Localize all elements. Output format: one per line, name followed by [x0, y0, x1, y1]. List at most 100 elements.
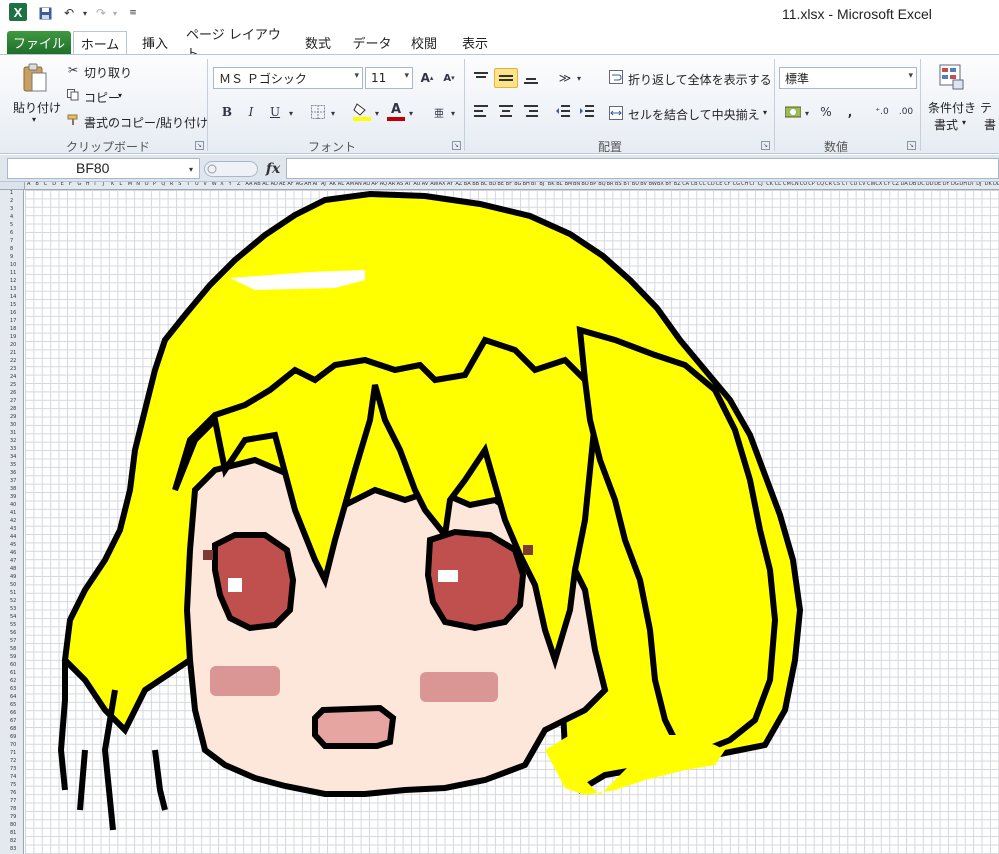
- underline-dropdown-icon[interactable]: ▾: [286, 105, 296, 121]
- row-header[interactable]: 60: [10, 662, 16, 668]
- column-header[interactable]: CV: [859, 182, 866, 187]
- decrease-indent-icon[interactable]: [552, 101, 574, 121]
- row-header[interactable]: 15: [10, 302, 16, 308]
- column-header[interactable]: CT: [842, 182, 849, 187]
- tab-insert[interactable]: 挿入: [133, 31, 177, 54]
- column-header[interactable]: CC: [699, 182, 706, 187]
- column-header[interactable]: X: [220, 182, 223, 187]
- row-header[interactable]: 28: [10, 406, 16, 412]
- row-header[interactable]: 33: [10, 446, 16, 452]
- column-header[interactable]: I: [94, 182, 95, 187]
- column-header[interactable]: DG: [951, 182, 959, 187]
- name-box[interactable]: BF80: [7, 158, 200, 179]
- font-color-dropdown-icon[interactable]: ▾: [406, 105, 416, 121]
- copy-dropdown-icon[interactable]: ▾: [118, 91, 122, 100]
- tab-view[interactable]: 表示: [455, 31, 495, 54]
- number-format-select[interactable]: 標準 ▾: [779, 67, 917, 89]
- column-header[interactable]: BV: [640, 182, 647, 187]
- conditional-formatting-button[interactable]: 条件付き: [928, 99, 976, 116]
- column-header[interactable]: AW: [430, 182, 438, 187]
- column-header[interactable]: CB: [691, 182, 698, 187]
- column-header[interactable]: AM: [346, 182, 354, 187]
- paste-dropdown-icon[interactable]: ▾: [32, 115, 36, 124]
- row-header[interactable]: 81: [10, 830, 16, 836]
- row-header[interactable]: 23: [10, 366, 16, 372]
- column-header[interactable]: BD: [489, 182, 496, 187]
- row-header[interactable]: 66: [10, 710, 16, 716]
- column-header[interactable]: DF: [943, 182, 950, 187]
- column-header[interactable]: CX: [875, 182, 882, 187]
- paste-icon[interactable]: [20, 61, 50, 95]
- format-painter-button[interactable]: 書式のコピー/貼り付け: [84, 114, 208, 131]
- column-header[interactable]: Y: [229, 182, 232, 187]
- align-center-icon[interactable]: [495, 101, 517, 121]
- row-header[interactable]: 30: [10, 422, 16, 428]
- bold-button[interactable]: B: [218, 103, 236, 121]
- orientation-dropdown-icon[interactable]: ▾: [574, 70, 584, 86]
- row-header[interactable]: 18: [10, 326, 16, 332]
- paste-button[interactable]: 貼り付け: [13, 99, 61, 116]
- row-header[interactable]: 71: [10, 750, 16, 756]
- row-header[interactable]: 70: [10, 742, 16, 748]
- column-header[interactable]: BC: [481, 182, 488, 187]
- insert-function-button[interactable]: fx: [262, 158, 284, 179]
- row-header[interactable]: 1: [10, 190, 13, 196]
- column-header[interactable]: AQ: [380, 182, 387, 187]
- column-header[interactable]: BA: [464, 182, 471, 187]
- column-header[interactable]: AJ: [321, 182, 326, 187]
- orientation-icon[interactable]: ≫: [554, 68, 576, 88]
- row-header[interactable]: 63: [10, 686, 16, 692]
- row-header[interactable]: 6: [10, 230, 13, 236]
- row-header[interactable]: 67: [10, 718, 16, 724]
- column-header[interactable]: F: [69, 182, 72, 187]
- row-header[interactable]: 80: [10, 822, 16, 828]
- row-header[interactable]: 26: [10, 390, 16, 396]
- tab-data[interactable]: データ: [347, 31, 397, 54]
- column-header[interactable]: CE: [716, 182, 723, 187]
- align-top-icon[interactable]: [470, 68, 492, 88]
- column-header[interactable]: CG: [733, 182, 740, 187]
- column-header[interactable]: AE: [279, 182, 286, 187]
- decrease-decimal-icon[interactable]: .00: [896, 103, 916, 121]
- row-header[interactable]: 7: [10, 238, 13, 244]
- currency-dropdown-icon[interactable]: ▾: [802, 105, 812, 121]
- column-header[interactable]: A: [27, 182, 30, 187]
- phonetic-icon[interactable]: 亜: [430, 103, 448, 121]
- row-header[interactable]: 20: [10, 342, 16, 348]
- column-header[interactable]: BM: [565, 182, 573, 187]
- column-header[interactable]: AI: [313, 182, 318, 187]
- row-header[interactable]: 46: [10, 550, 16, 556]
- column-header[interactable]: K: [111, 182, 114, 187]
- row-header[interactable]: 73: [10, 766, 16, 772]
- copy-button[interactable]: コピー: [84, 89, 120, 106]
- column-header[interactable]: AO: [363, 182, 370, 187]
- number-launcher-icon[interactable]: ↘: [907, 141, 916, 150]
- row-header[interactable]: 48: [10, 566, 16, 572]
- column-header[interactable]: C: [44, 182, 48, 187]
- row-header[interactable]: 3: [10, 206, 13, 212]
- row-header[interactable]: 64: [10, 694, 16, 700]
- column-header[interactable]: AL: [338, 182, 344, 187]
- row-header[interactable]: 45: [10, 542, 16, 548]
- borders-dropdown-icon[interactable]: ▾: [328, 105, 338, 121]
- column-header[interactable]: CI: [749, 182, 754, 187]
- merge-dropdown-icon[interactable]: ▾: [763, 108, 767, 117]
- font-launcher-icon[interactable]: ↘: [452, 141, 461, 150]
- wrap-text-button[interactable]: 折り返して全体を表示する: [628, 71, 772, 88]
- column-header[interactable]: Z: [237, 182, 240, 187]
- row-header[interactable]: 10: [10, 262, 16, 268]
- align-middle-icon[interactable]: [494, 68, 518, 88]
- column-header[interactable]: AF: [287, 182, 293, 187]
- row-header[interactable]: 5: [10, 222, 13, 228]
- row-header[interactable]: 79: [10, 814, 16, 820]
- grow-font-icon[interactable]: A ▴: [418, 69, 436, 87]
- column-header[interactable]: AR: [388, 182, 395, 187]
- alignment-launcher-icon[interactable]: ↘: [761, 141, 770, 150]
- row-header[interactable]: 75: [10, 782, 16, 788]
- column-header[interactable]: P: [153, 182, 156, 187]
- font-size-select[interactable]: 11 ▾: [365, 67, 413, 89]
- cut-button[interactable]: 切り取り: [84, 64, 132, 81]
- column-header[interactable]: BH: [523, 182, 530, 187]
- row-header[interactable]: 51: [10, 590, 16, 596]
- column-header[interactable]: BN: [573, 182, 580, 187]
